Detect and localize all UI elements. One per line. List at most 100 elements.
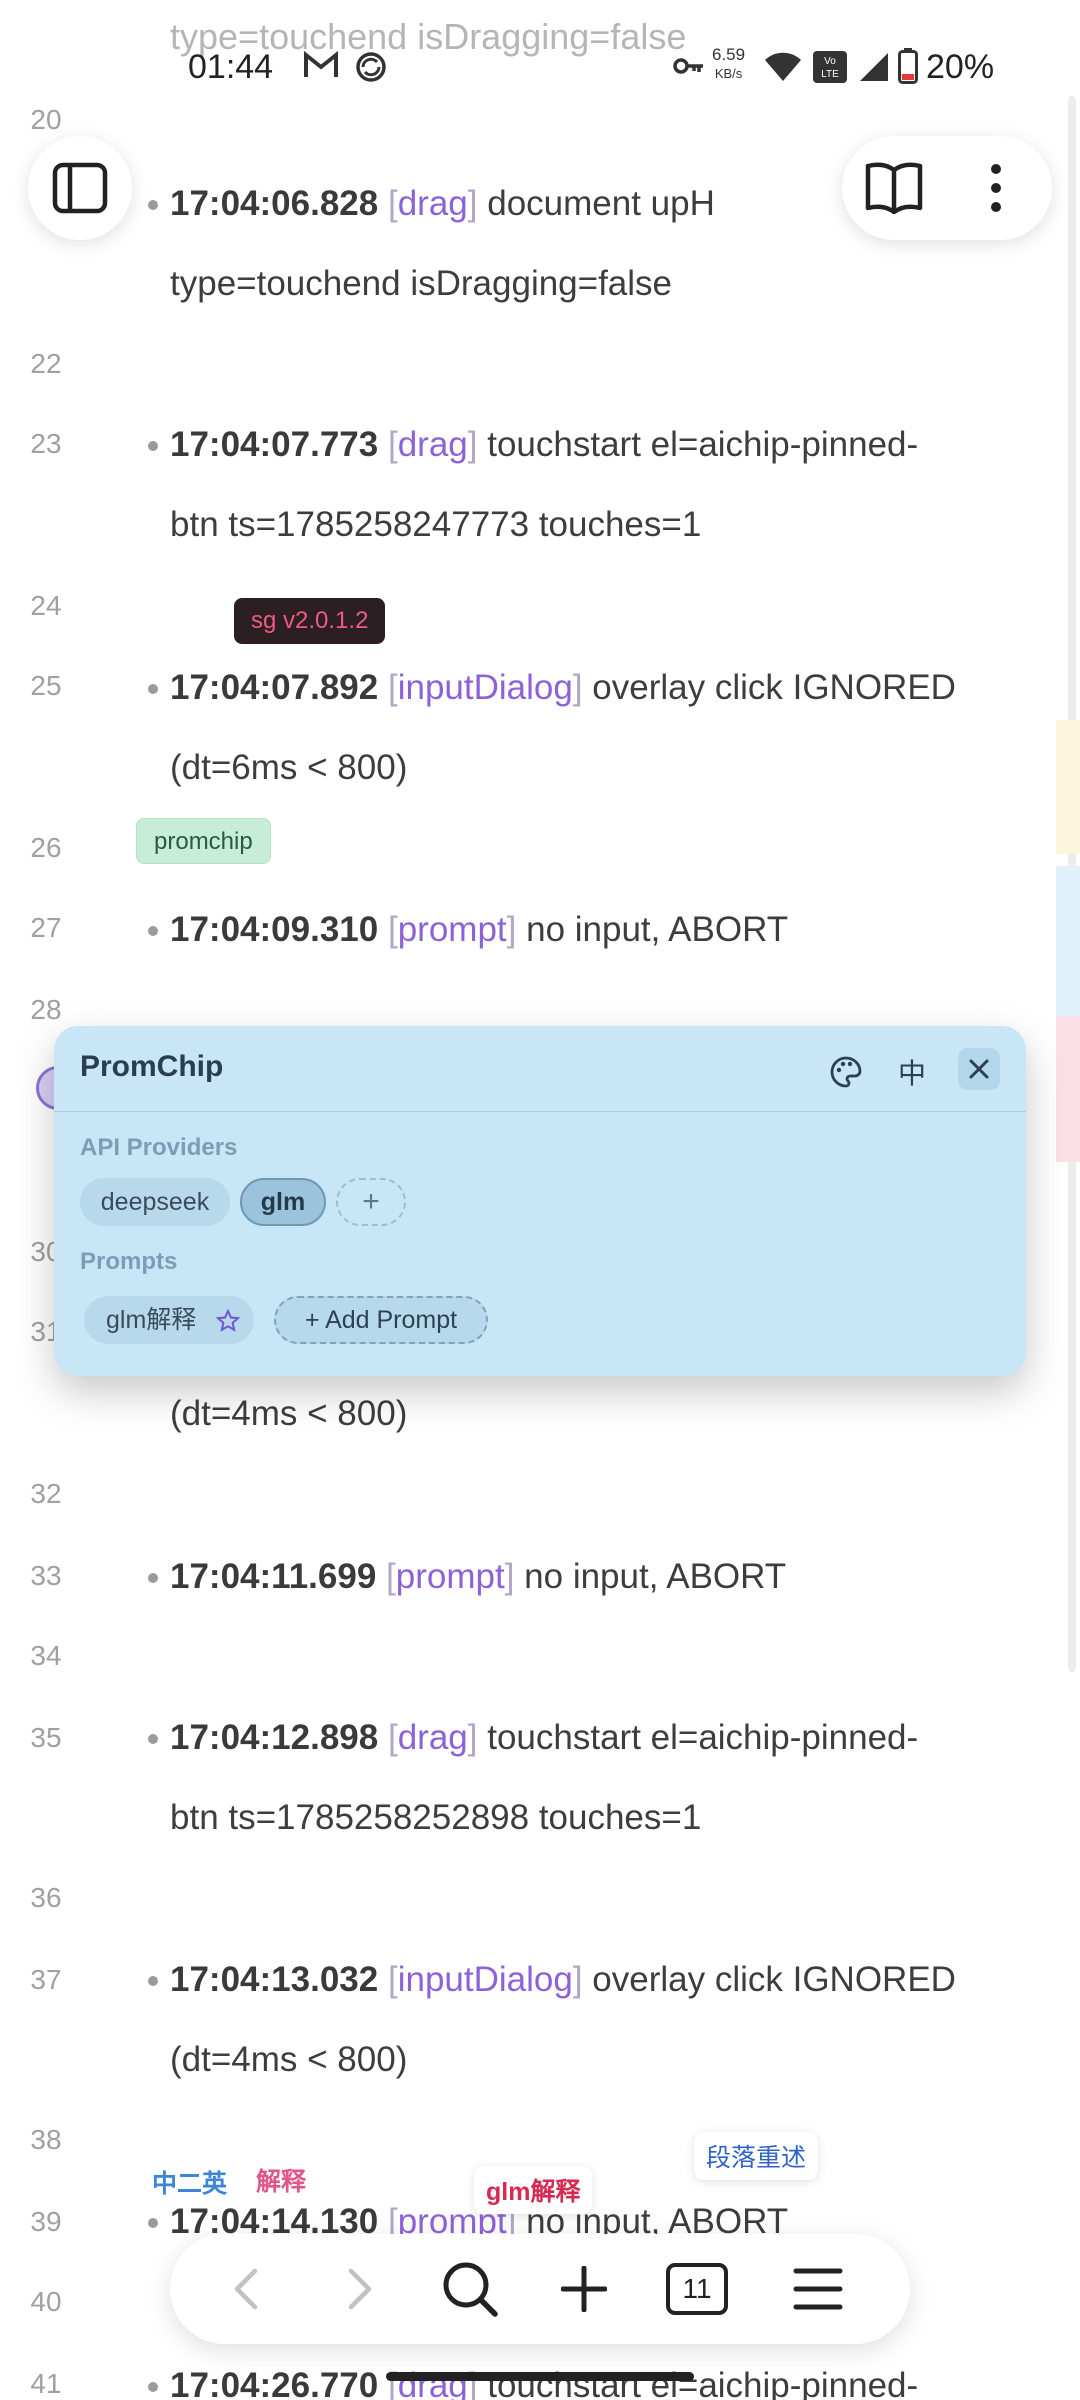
add-prompt-label: Add Prompt	[325, 1306, 458, 1334]
log-tag: drag	[397, 184, 468, 223]
log-timestamp: 17:04:12.898	[170, 1718, 379, 1757]
glm-explain-action[interactable]: glm解释	[474, 2166, 593, 2214]
log-text-cont: type=touchend isDragging=false	[170, 264, 673, 303]
search-button[interactable]	[440, 2259, 500, 2319]
sidebar-icon	[52, 162, 108, 214]
bullet	[148, 2382, 158, 2392]
gesture-home-bar[interactable]	[386, 2372, 694, 2381]
line-number: 37	[30, 1964, 62, 1995]
line-number: 22	[30, 348, 62, 379]
bullet	[148, 684, 158, 694]
log-timestamp: 17:04:26.770	[170, 2366, 379, 2400]
rephrase-action[interactable]: 段落重述	[694, 2132, 819, 2180]
line-number: 39	[30, 2206, 62, 2237]
log-text-cont: btn ts=1785258252898 touches=1	[170, 1798, 702, 1837]
palette-icon	[830, 1056, 862, 1088]
top-right-actions	[842, 136, 1052, 240]
promchip-panel: PromChip 中 API Providers deepseek glm + …	[54, 1026, 1026, 1376]
log-text: touchstart el=aichip-pinned-	[477, 1718, 919, 1757]
bullet	[148, 200, 158, 210]
line-number: 23	[30, 428, 62, 459]
more-menu-button[interactable]	[986, 162, 1006, 219]
close-icon	[969, 1059, 989, 1079]
reader-mode-button[interactable]	[864, 160, 924, 219]
bullet	[148, 2218, 158, 2228]
line-number: 41	[30, 2368, 62, 2399]
hamburger-menu-icon	[793, 2268, 843, 2310]
line-number: 28	[30, 994, 62, 1025]
log-timestamp: 17:04:11.699	[170, 1557, 377, 1596]
line-number: 34	[30, 1640, 62, 1671]
log-timestamp: 17:04:07.892	[170, 668, 379, 707]
sidebar-toggle-button[interactable]	[28, 136, 132, 240]
provider-chip-deepseek[interactable]: deepseek	[80, 1178, 230, 1226]
panel-title: PromChip	[80, 1050, 224, 1083]
tabs-button[interactable]: 11	[662, 2259, 732, 2319]
side-highlight	[1056, 720, 1080, 854]
bullet	[148, 926, 158, 936]
line-number: 26	[30, 832, 62, 863]
log-text-cont: (dt=6ms < 800)	[170, 748, 408, 787]
log-entry: 17:04:11.699 [prompt] no input, ABORT	[148, 1537, 1010, 1617]
log-timestamp: 17:04:09.310	[170, 910, 379, 949]
line-number: 24	[30, 590, 62, 621]
log-entry: 17:04:07.773 [drag] touchstart el=aichip…	[148, 405, 1010, 565]
provider-chip-glm[interactable]: glm	[240, 1178, 326, 1226]
log-entry: 17:04:13.032 [inputDialog] overlay click…	[148, 1940, 1010, 2100]
api-providers-label: API Providers	[80, 1134, 238, 1161]
menu-button[interactable]	[788, 2259, 848, 2319]
bullet	[148, 1573, 158, 1583]
add-prompt-button[interactable]: + Add Prompt	[274, 1296, 488, 1344]
log-entry: 17:04:12.898 [drag] touchstart el=aichip…	[148, 1698, 1010, 1858]
line-number: 38	[30, 2124, 62, 2155]
more-vertical-icon	[991, 164, 1001, 212]
line-number: 35	[30, 1722, 62, 1753]
log-tag: drag	[397, 425, 468, 464]
prompt-chip[interactable]: glm解释	[84, 1296, 254, 1344]
explain-action[interactable]: 解释	[244, 2156, 318, 2204]
bullet	[148, 1976, 158, 1986]
add-provider-button[interactable]: +	[336, 1178, 406, 1226]
log-tag: prompt	[397, 910, 507, 949]
new-tab-button[interactable]	[554, 2259, 614, 2319]
log-text: overlay click IGNORED	[582, 1960, 956, 1999]
forward-button[interactable]	[330, 2259, 390, 2319]
line-number: 36	[30, 1882, 62, 1913]
log-text: touchstart el=aichip-pinned-	[477, 425, 919, 464]
zh-en-action[interactable]: 中二英	[140, 2158, 239, 2206]
log-text-cont: (dt=4ms < 800)	[170, 1394, 408, 1433]
log-text: overlay click IGNORED	[582, 668, 956, 707]
chevron-right-icon	[348, 2268, 372, 2310]
log-text: no input, ABORT	[514, 1557, 787, 1596]
line-number: 33	[30, 1560, 62, 1591]
bullet	[148, 1734, 158, 1744]
promchip-badge[interactable]: promchip	[136, 818, 271, 864]
star-icon[interactable]	[216, 1309, 240, 1333]
line-number: 25	[30, 670, 62, 701]
line-number: 40	[30, 2286, 62, 2317]
log-entry-partial: (dt=4ms < 800)	[170, 1374, 1010, 1454]
theme-button[interactable]	[826, 1052, 866, 1092]
chevron-left-icon	[234, 2268, 258, 2310]
language-toggle[interactable]: 中	[892, 1052, 932, 1092]
tab-count: 11	[666, 2263, 728, 2315]
side-highlight	[1056, 1016, 1080, 1162]
plus-icon	[561, 2266, 607, 2312]
prompts-label: Prompts	[80, 1248, 178, 1275]
bullet	[148, 441, 158, 451]
line-number: 32	[30, 1478, 62, 1509]
close-button[interactable]	[958, 1048, 1000, 1090]
panel-divider	[54, 1111, 1026, 1112]
log-tag: drag	[397, 1718, 468, 1757]
line-number: 20	[30, 104, 62, 135]
back-button[interactable]	[216, 2259, 276, 2319]
log-tag: prompt	[395, 1557, 505, 1596]
prompt-chip-label: glm解释	[106, 1306, 197, 1334]
log-entry: 17:04:07.892 [inputDialog] overlay click…	[148, 648, 1010, 808]
bottom-toolbar: 11	[170, 2234, 910, 2344]
log-timestamp: 17:04:06.828	[170, 184, 379, 223]
log-text: no input, ABORT	[516, 910, 789, 949]
log-text: document upH	[477, 184, 715, 223]
add-prompt-plus: +	[304, 1306, 320, 1334]
log-timestamp: 17:04:13.032	[170, 1960, 379, 1999]
